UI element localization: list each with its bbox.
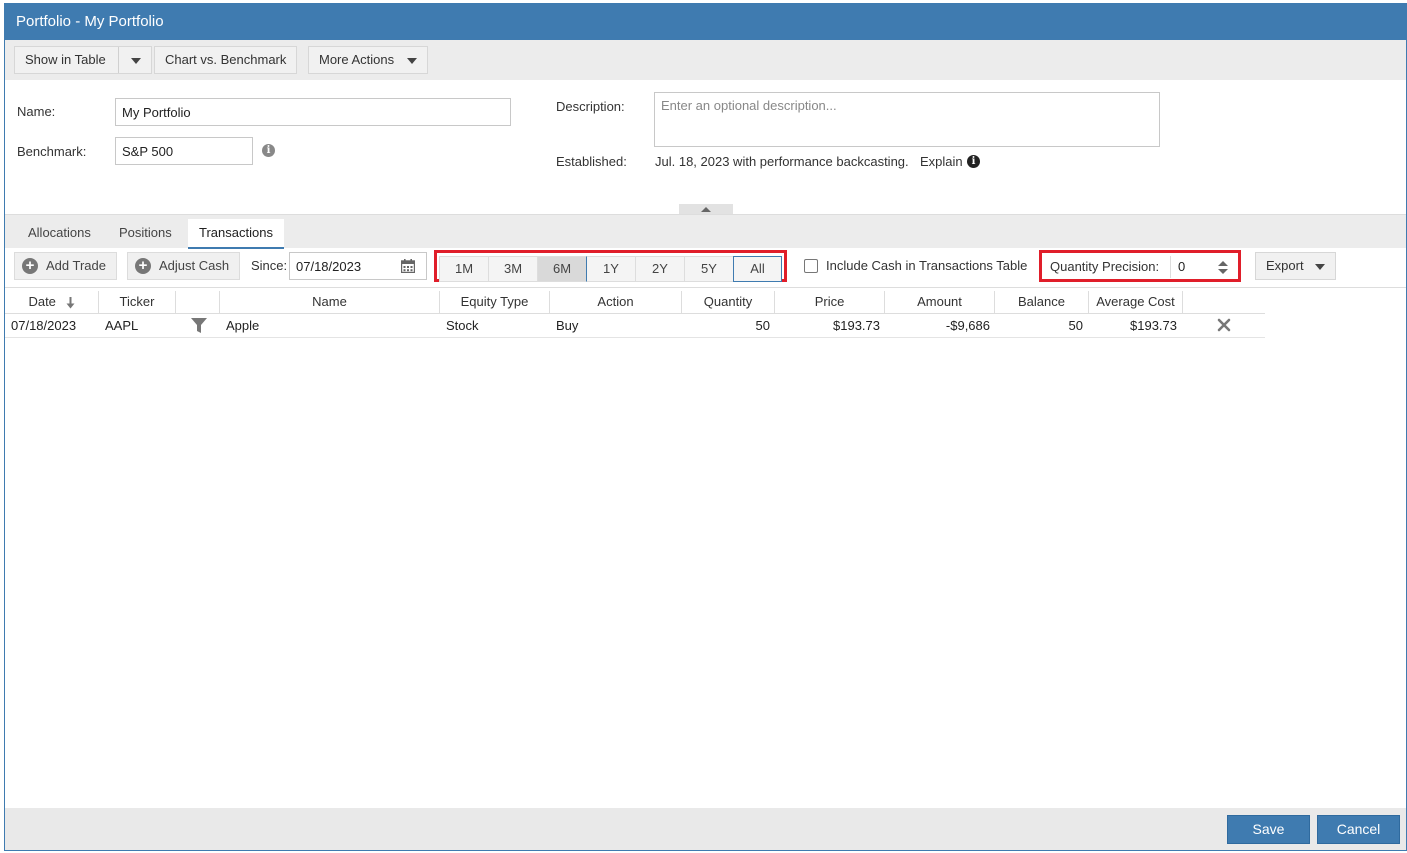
column-header-date-label: Date (28, 294, 56, 309)
cell-name: Apple (226, 318, 260, 333)
quantity-precision-input[interactable]: 0 (1174, 256, 1232, 278)
export-button[interactable]: Export (1255, 252, 1337, 280)
chevron-down-icon (1315, 263, 1326, 270)
cell-amount: -$9,686 (945, 318, 990, 333)
column-header-action[interactable]: Action (550, 291, 682, 314)
benchmark-label: Benchmark: (17, 144, 87, 159)
more-actions-button[interactable]: More Actions (308, 46, 428, 74)
info-icon[interactable]: i (967, 155, 980, 168)
range-1y-button[interactable]: 1Y (586, 256, 636, 282)
column-header-price[interactable]: Price (775, 291, 885, 314)
cell-price: $193.73 (833, 318, 880, 333)
spin-up-icon[interactable] (1218, 261, 1228, 266)
quantity-precision-control: Quantity Precision: 0 (1039, 250, 1241, 282)
column-header-amount[interactable]: Amount (885, 291, 995, 314)
established-value: Jul. 18, 2023 with performance backcasti… (655, 154, 909, 169)
cancel-button[interactable]: Cancel (1317, 815, 1400, 844)
since-label: Since: (251, 258, 288, 273)
table-row[interactable]: 07/18/2023 AAPL Apple Stock Buy 50 $193.… (5, 314, 1265, 338)
calendar-icon[interactable] (401, 259, 415, 273)
range-6m-button[interactable]: 6M (537, 256, 587, 282)
window-title: Portfolio - My Portfolio (5, 4, 1406, 40)
column-header-name[interactable]: Name (220, 291, 440, 314)
plus-icon: + (135, 258, 151, 274)
column-header-balance[interactable]: Balance (995, 291, 1089, 314)
show-in-table-label: Show in Table (25, 52, 106, 67)
chevron-down-icon (406, 57, 417, 64)
explain-link[interactable]: Explain (920, 154, 963, 169)
cell-action: Buy (556, 318, 579, 333)
name-label: Name: (17, 104, 56, 119)
save-button[interactable]: Save (1227, 815, 1310, 844)
include-cash-checkbox[interactable] (804, 259, 818, 273)
portfolio-dialog: Portfolio - My Portfolio Show in Table C… (4, 3, 1407, 851)
cell-average-cost: $193.73 (1130, 318, 1177, 333)
plus-icon: + (22, 258, 38, 274)
adjust-cash-button[interactable]: + Adjust Cash (127, 252, 241, 280)
description-input[interactable] (654, 92, 1160, 147)
transactions-table: Date Ticker Name Equity Type Action Quan… (5, 291, 1265, 338)
transactions-toolbar: + Add Trade + Adjust Cash Since: 1M 3M 6… (5, 248, 1406, 288)
column-header-date[interactable]: Date (5, 291, 99, 314)
export-label: Export (1266, 258, 1304, 273)
column-header-average-cost[interactable]: Average Cost (1089, 291, 1183, 314)
cell-quantity: 50 (755, 318, 770, 333)
dialog-footer: Save Cancel (5, 808, 1406, 850)
range-5y-button[interactable]: 5Y (684, 256, 734, 282)
portfolio-properties: Name: Benchmark: i Description: Establis… (5, 80, 1406, 215)
benchmark-input[interactable] (115, 137, 253, 165)
column-header-ticker[interactable]: Ticker (99, 291, 176, 314)
cell-date: 07/18/2023 (11, 318, 77, 333)
column-header-equity-type[interactable]: Equity Type (440, 291, 550, 314)
adjust-cash-label: Adjust Cash (159, 258, 230, 273)
time-range-selector: 1M 3M 6M 1Y 2Y 5Y All (434, 250, 787, 282)
cell-equity-type: Stock (446, 318, 479, 333)
range-3m-button[interactable]: 3M (488, 256, 538, 282)
cell-balance: 50 (1068, 318, 1083, 333)
range-2y-button[interactable]: 2Y (635, 256, 685, 282)
info-icon[interactable]: i (262, 144, 275, 157)
filter-icon[interactable] (191, 318, 207, 333)
tab-positions[interactable]: Positions (108, 219, 183, 249)
add-trade-label: Add Trade (46, 258, 106, 273)
add-trade-button[interactable]: + Add Trade (14, 252, 117, 280)
show-in-table-button[interactable]: Show in Table (14, 46, 152, 74)
established-label: Established: (556, 154, 627, 169)
quantity-precision-label: Quantity Precision: (1050, 259, 1160, 274)
delete-icon[interactable] (1217, 318, 1231, 332)
chevron-down-icon[interactable] (130, 57, 141, 64)
name-input[interactable] (115, 98, 511, 126)
column-header-quantity[interactable]: Quantity (682, 291, 775, 314)
more-actions-label: More Actions (319, 52, 395, 67)
tab-transactions[interactable]: Transactions (188, 219, 284, 249)
cell-ticker: AAPL (105, 318, 139, 333)
include-cash-label: Include Cash in Transactions Table (826, 258, 1028, 273)
tab-bar: Allocations Positions Transactions (5, 214, 1406, 249)
range-all-button[interactable]: All (733, 256, 782, 282)
sort-down-icon (66, 296, 75, 309)
spin-down-icon[interactable] (1218, 269, 1228, 274)
description-label: Description: (556, 99, 625, 114)
column-header-filter (176, 291, 220, 314)
range-1m-button[interactable]: 1M (439, 256, 489, 282)
top-toolbar: Show in Table Chart vs. Benchmark More A… (5, 40, 1406, 80)
chart-vs-benchmark-button[interactable]: Chart vs. Benchmark (154, 46, 298, 74)
table-header: Date Ticker Name Equity Type Action Quan… (5, 291, 1265, 314)
tab-allocations[interactable]: Allocations (17, 219, 102, 249)
